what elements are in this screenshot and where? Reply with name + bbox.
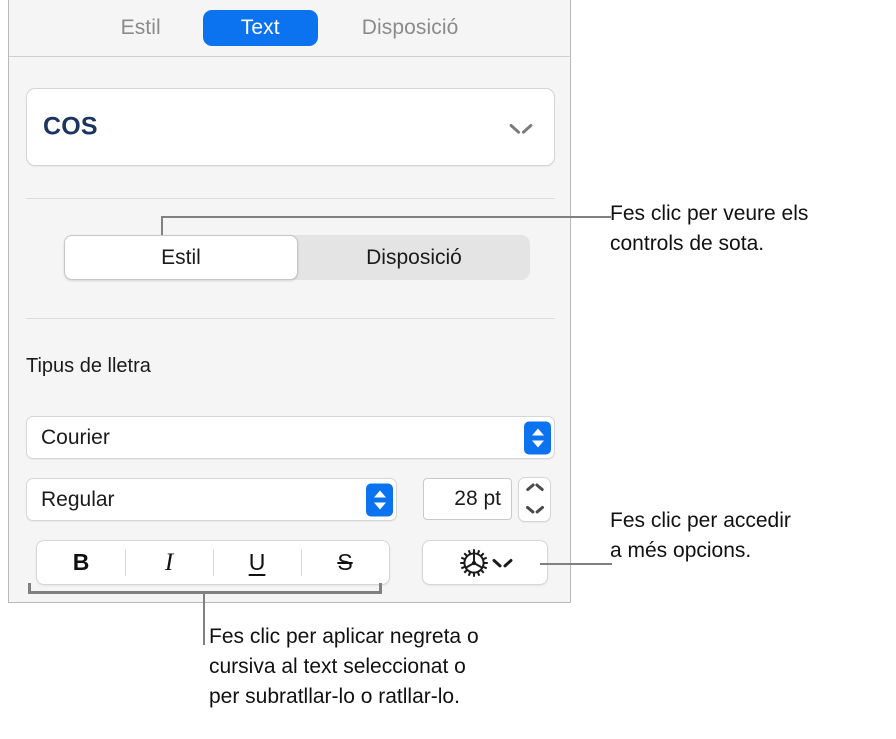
underline-button[interactable]: U (213, 541, 301, 584)
paragraph-style-popup[interactable]: COS (26, 88, 555, 166)
tab-disposicio[interactable]: Disposició (342, 10, 479, 45)
font-style-select[interactable]: Regular (26, 478, 397, 521)
paragraph-style-value: COS (43, 112, 98, 141)
font-size-stepper[interactable] (518, 477, 551, 522)
font-section-label: Tipus de lletra (26, 355, 151, 377)
callout-leader-line (161, 216, 611, 218)
divider (26, 318, 555, 319)
chevron-down-icon (493, 557, 512, 568)
gear-icon (459, 548, 489, 578)
callout-text-format: Fes clic per aplicar negreta o cursiva a… (209, 625, 479, 708)
more-options-button[interactable] (422, 540, 548, 585)
bold-button[interactable]: B (37, 541, 125, 584)
chevron-down-icon (510, 122, 532, 134)
chevron-up-icon[interactable] (526, 487, 543, 496)
callout-bracket-tick (28, 583, 31, 594)
segment-estil[interactable]: Estil (64, 235, 298, 280)
style-arrange-segmented-control: Estil Disposició (64, 235, 530, 280)
font-size-value: 28 pt (454, 487, 501, 510)
tab-text[interactable]: Text (202, 10, 318, 46)
tab-estil[interactable]: Estil (101, 10, 181, 45)
callout-leader-line (161, 216, 163, 235)
top-tab-bar: Estil Text Disposició (9, 0, 570, 57)
inspector-panel: Estil Text Disposició COS Estil Disposic… (8, 0, 571, 603)
divider (26, 198, 555, 199)
font-family-value: Courier (41, 425, 110, 449)
font-style-value: Regular (41, 487, 115, 511)
chevron-down-icon[interactable] (526, 503, 543, 512)
strikethrough-button[interactable]: S (301, 541, 389, 584)
callout-more-options: Fes clic per accedir a més opcions. (610, 509, 791, 562)
segment-disposicio[interactable]: Disposició (298, 235, 530, 280)
callout-bracket-tick (379, 583, 382, 594)
updown-stepper-icon[interactable] (524, 421, 551, 454)
updown-stepper-icon[interactable] (366, 483, 393, 516)
italic-button[interactable]: I (125, 541, 213, 584)
callout-bracket (28, 591, 382, 594)
font-size-input[interactable]: 28 pt (423, 478, 512, 520)
font-family-select[interactable]: Courier (26, 416, 555, 459)
callout-leader-line (203, 591, 205, 645)
callout-segmented-control: Fes clic per veure els controls de sota. (610, 202, 809, 255)
callout-leader-line (540, 563, 612, 565)
text-format-button-group: B I U S (36, 540, 390, 585)
